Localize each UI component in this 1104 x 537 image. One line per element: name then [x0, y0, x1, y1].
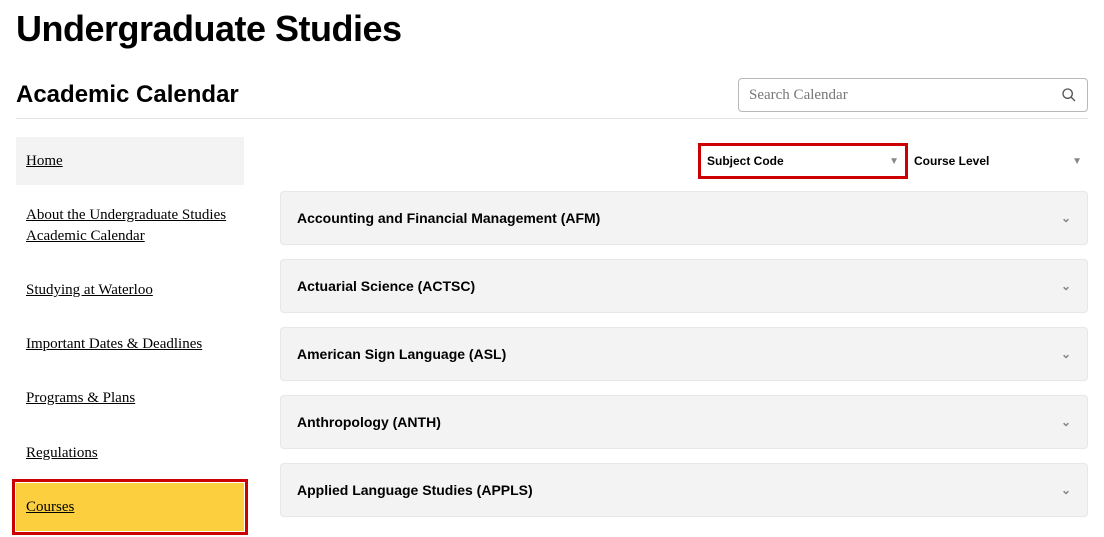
filter-label: Subject Code — [707, 154, 784, 168]
search-input[interactable] — [749, 87, 1061, 104]
sidebar-item-regulations[interactable]: Regulations — [16, 429, 244, 477]
sidebar-item-courses[interactable]: Courses — [16, 483, 244, 531]
academic-calendar-heading: Academic Calendar — [16, 81, 239, 109]
caret-down-icon: ▼ — [889, 156, 899, 167]
sidebar-item-dates[interactable]: Important Dates & Deadlines — [16, 320, 244, 368]
caret-down-icon: ▼ — [1072, 156, 1082, 167]
search-icon[interactable] — [1061, 87, 1077, 103]
accordion-label: Applied Language Studies (APPLS) — [297, 482, 533, 498]
chevron-down-icon: ⌄ — [1061, 211, 1071, 225]
page-title: Undergraduate Studies — [16, 8, 1088, 50]
chevron-down-icon: ⌄ — [1061, 415, 1071, 429]
accordion-item-actsc[interactable]: Actuarial Science (ACTSC) ⌄ — [280, 259, 1088, 313]
sidebar-item-home[interactable]: Home — [16, 137, 244, 185]
chevron-down-icon: ⌄ — [1061, 483, 1071, 497]
accordion-label: Accounting and Financial Management (AFM… — [297, 210, 600, 226]
accordion-label: Anthropology (ANTH) — [297, 414, 441, 430]
sidebar-item-label: Studying at Waterloo — [26, 282, 153, 298]
sidebar-item-programs[interactable]: Programs & Plans — [16, 374, 244, 422]
filter-course-level[interactable]: Course Level ▼ — [908, 143, 1088, 179]
search-calendar-box[interactable] — [738, 78, 1088, 112]
subhead-row: Academic Calendar — [16, 78, 1088, 119]
chevron-down-icon: ⌄ — [1061, 279, 1071, 293]
sidebar-item-label: About the Undergraduate Studies Academic… — [26, 207, 226, 243]
chevron-down-icon: ⌄ — [1061, 347, 1071, 361]
accordion-item-asl[interactable]: American Sign Language (ASL) ⌄ — [280, 327, 1088, 381]
sidebar-item-label: Important Dates & Deadlines — [26, 336, 202, 352]
sidebar-item-about[interactable]: About the Undergraduate Studies Academic… — [16, 191, 244, 260]
sidebar-item-label: Programs & Plans — [26, 390, 135, 406]
filter-label: Course Level — [914, 154, 989, 168]
filter-subject-code[interactable]: Subject Code ▼ — [698, 143, 908, 179]
accordion-label: Actuarial Science (ACTSC) — [297, 278, 475, 294]
accordion-item-afm[interactable]: Accounting and Financial Management (AFM… — [280, 191, 1088, 245]
accordion-item-appls[interactable]: Applied Language Studies (APPLS) ⌄ — [280, 463, 1088, 517]
sidebar-item-label: Regulations — [26, 445, 98, 461]
sidebar-nav: Home About the Undergraduate Studies Aca… — [16, 137, 244, 537]
accordion-label: American Sign Language (ASL) — [297, 346, 506, 362]
main-content: Subject Code ▼ Course Level ▼ Accounting… — [280, 137, 1088, 537]
filters-row: Subject Code ▼ Course Level ▼ — [280, 143, 1088, 179]
sidebar-item-label: Home — [26, 153, 63, 169]
accordion-item-anth[interactable]: Anthropology (ANTH) ⌄ — [280, 395, 1088, 449]
sidebar-item-label: Courses — [26, 499, 74, 515]
sidebar-item-studying[interactable]: Studying at Waterloo — [16, 266, 244, 314]
